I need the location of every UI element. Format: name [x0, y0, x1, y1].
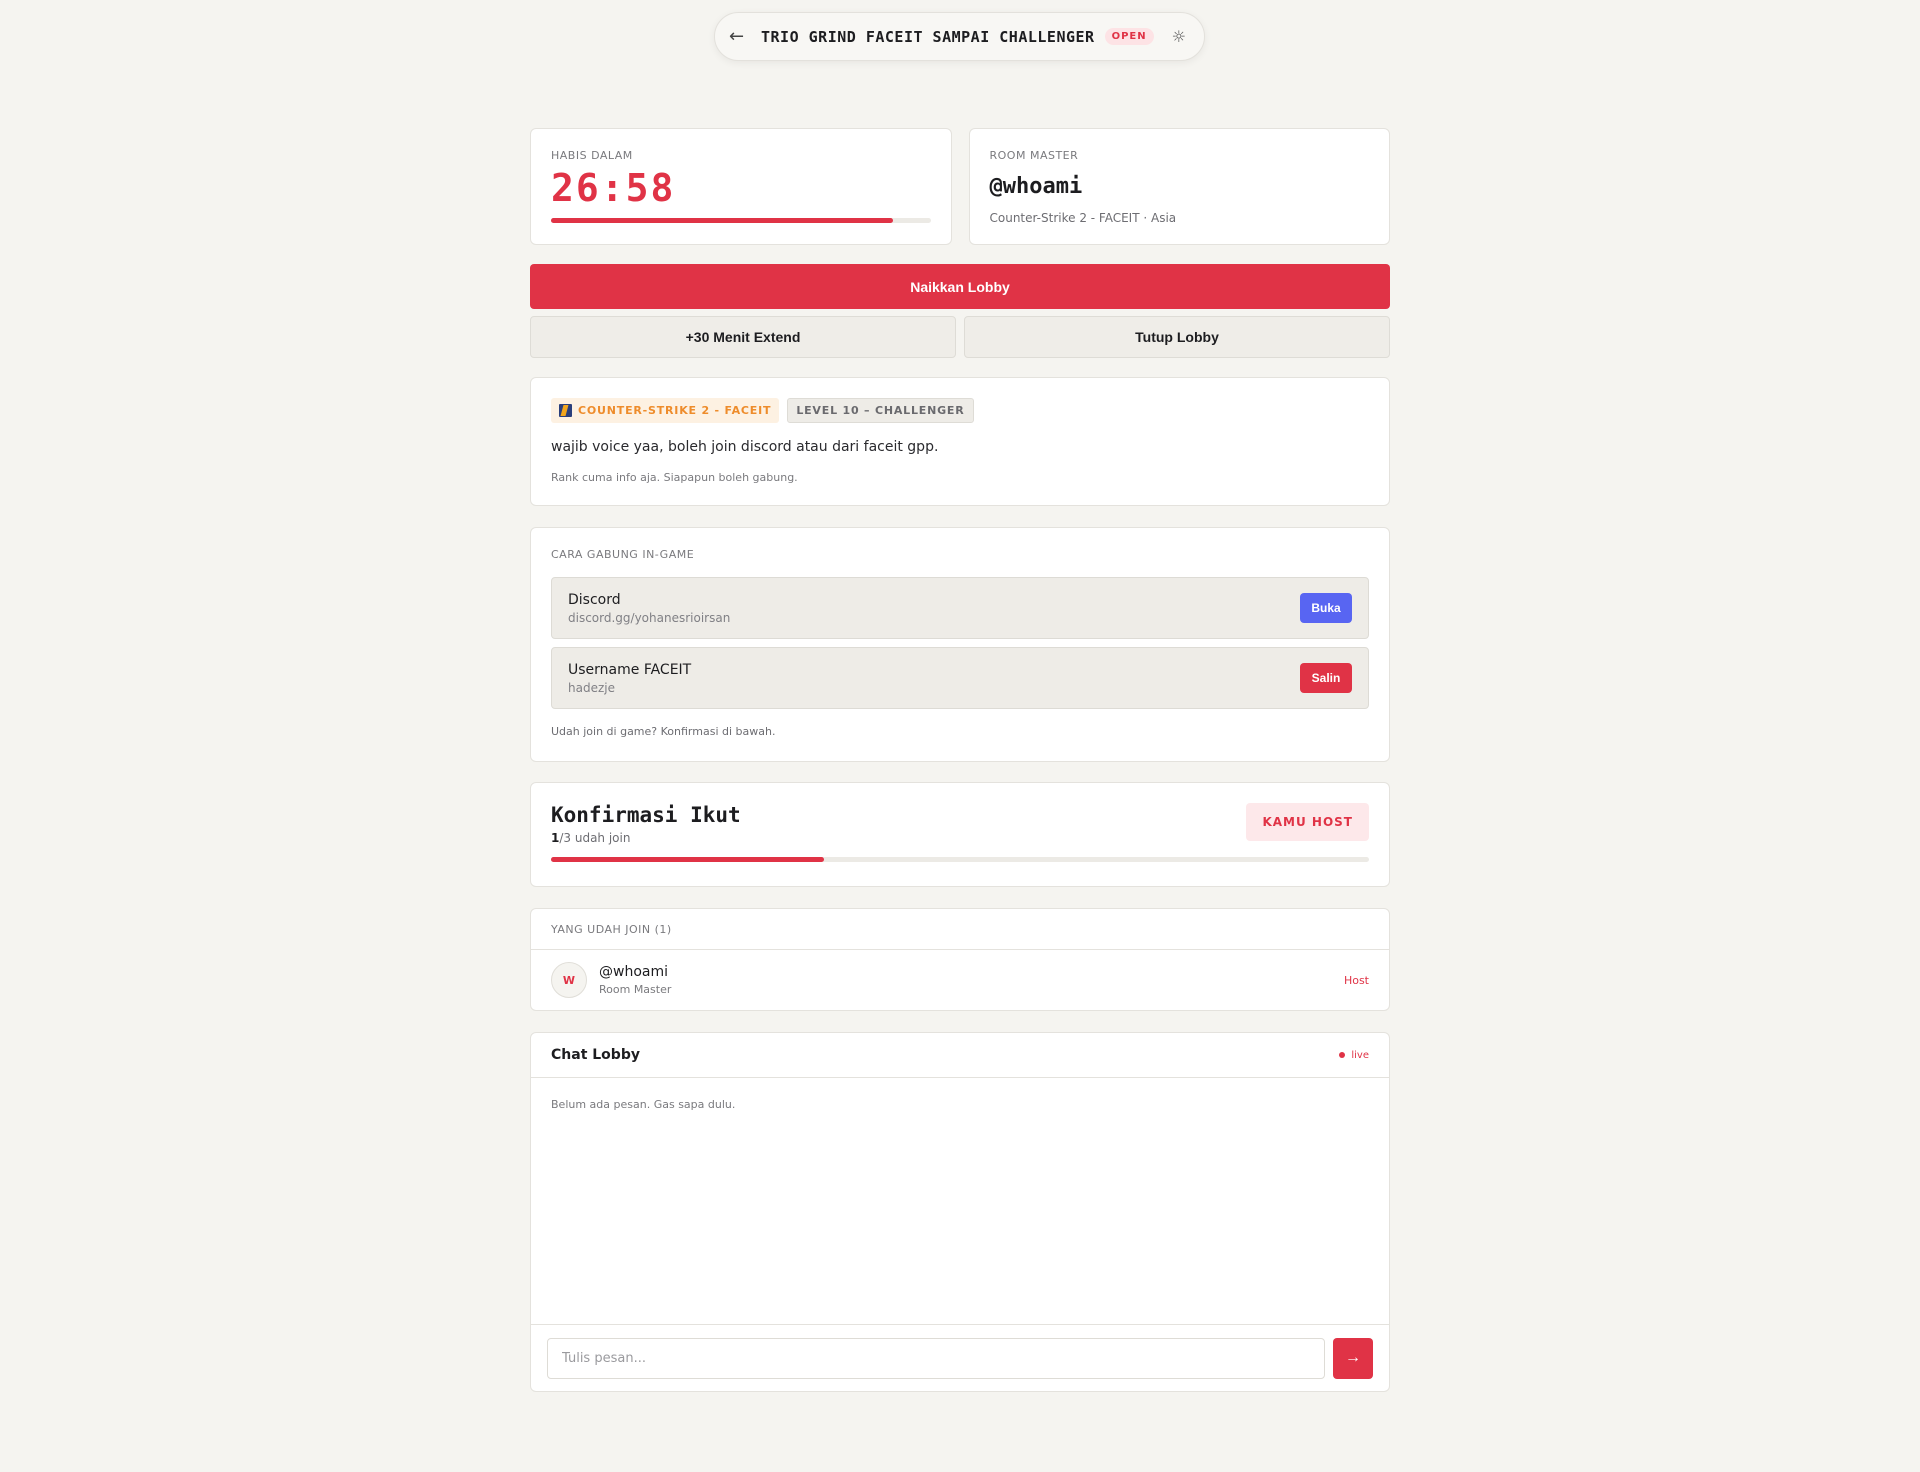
extend-button[interactable]: +30 Menit Extend	[530, 316, 956, 358]
chat-composer: →	[531, 1324, 1389, 1391]
method-title: Discord	[568, 591, 621, 608]
member-host-tag: Host	[1343, 973, 1369, 987]
joined-list-label: YANG UDAH JOIN (1)	[551, 922, 672, 936]
game-tag: COUNTER-STRIKE 2 - FACEIT	[551, 398, 780, 423]
send-arrow-icon[interactable]: →	[1333, 1337, 1373, 1379]
chat-card: Chat Lobby live Belum ada pesan. Gas sap…	[530, 1032, 1390, 1392]
game-tag-label: COUNTER-STRIKE 2 - FACEIT	[578, 404, 772, 417]
timer-label: HABIS DALAM	[551, 149, 633, 162]
faceit-game-icon	[559, 404, 572, 417]
boost-lobby-button[interactable]: Naikkan Lobby	[530, 264, 1390, 309]
confirm-card: Konfirmasi Ikut 1/3 udah join KAMU HOST	[530, 782, 1390, 887]
lobby-description: wajib voice yaa, boleh join discord atau…	[551, 439, 939, 455]
method-title: Username FACEIT	[568, 661, 692, 678]
join-progress-fill	[551, 857, 824, 862]
open-discord-button[interactable]: Buka	[1300, 593, 1352, 623]
secondary-actions: +30 Menit Extend Tutup Lobby	[530, 316, 1390, 358]
avatar: W	[551, 962, 587, 998]
live-indicator: live	[1339, 1050, 1369, 1061]
joined-list-header: YANG UDAH JOIN (1)	[531, 909, 1389, 950]
member-info: @whoami Room Master	[599, 964, 671, 996]
chat-header: Chat Lobby live	[531, 1033, 1389, 1078]
live-label: live	[1351, 1049, 1369, 1061]
room-master-meta: Counter-Strike 2 - FACEIT · Asia	[989, 211, 1177, 225]
method-value: discord.gg/yohanesrioirsan	[568, 610, 731, 625]
room-master-label: ROOM MASTER	[989, 149, 1079, 162]
rank-note: Rank cuma info aja. Siapapun boleh gabun…	[551, 471, 798, 484]
countdown-timer: 26:58	[551, 166, 676, 210]
room-master-name: @whoami	[989, 174, 1083, 199]
timer-progress-fill	[551, 218, 893, 223]
lobby-info-card: COUNTER-STRIKE 2 - FACEIT LEVEL 10 – CHA…	[530, 377, 1390, 506]
join-note: Udah join di game? Konfirmasi di bawah.	[551, 725, 776, 738]
confirm-header: Konfirmasi Ikut 1/3 udah join KAMU HOST	[551, 803, 1369, 845]
lobby-header: ← TRIO GRIND FACEIT SAMPAI CHALLENGER OP…	[714, 12, 1205, 61]
close-lobby-button[interactable]: Tutup Lobby	[964, 316, 1390, 358]
join-count: 1/3 udah join	[551, 831, 741, 845]
join-method-discord: Discord discord.gg/yohanesrioirsan Buka	[551, 577, 1369, 639]
lobby-title: TRIO GRIND FACEIT SAMPAI CHALLENGER	[761, 27, 1095, 46]
copy-username-button[interactable]: Salin	[1300, 663, 1352, 693]
summary-row: HABIS DALAM 26:58 ROOM MASTER @whoami Co…	[530, 128, 1390, 245]
member-role: Room Master	[599, 983, 672, 996]
join-progress-track	[551, 857, 1369, 862]
join-method-faceit: Username FACEIT hadezje Salin	[551, 647, 1369, 709]
chat-message-input[interactable]	[547, 1337, 1325, 1379]
list-item: W @whoami Room Master Host	[531, 950, 1389, 1010]
room-master-card: ROOM MASTER @whoami Counter-Strike 2 - F…	[968, 128, 1390, 245]
timer-card: HABIS DALAM 26:58	[530, 128, 952, 245]
tag-row: COUNTER-STRIKE 2 - FACEIT LEVEL 10 – CHA…	[551, 398, 1369, 423]
chat-title: Chat Lobby	[551, 1047, 640, 1063]
theme-toggle-icon[interactable]: ☼	[1172, 27, 1186, 46]
confirm-title: Konfirmasi Ikut	[551, 803, 741, 827]
join-methods-label: CARA GABUNG IN-GAME	[551, 548, 695, 561]
level-tag: LEVEL 10 – CHALLENGER	[787, 398, 974, 423]
host-badge: KAMU HOST	[1246, 803, 1369, 841]
method-value: hadezje	[568, 680, 615, 695]
timer-progress-track	[551, 218, 931, 223]
status-badge: OPEN	[1104, 28, 1154, 45]
join-count-total: /3 udah join	[559, 831, 631, 845]
chat-messages: Belum ada pesan. Gas sapa dulu.	[531, 1078, 1389, 1324]
back-arrow-icon[interactable]: ←	[729, 26, 751, 47]
chat-empty-text: Belum ada pesan. Gas sapa dulu.	[551, 1098, 736, 1111]
member-name: @whoami	[599, 964, 668, 980]
join-methods-card: CARA GABUNG IN-GAME Discord discord.gg/y…	[530, 527, 1390, 762]
joined-list-card: YANG UDAH JOIN (1) W @whoami Room Master…	[530, 908, 1390, 1011]
live-dot-icon	[1339, 1052, 1346, 1058]
